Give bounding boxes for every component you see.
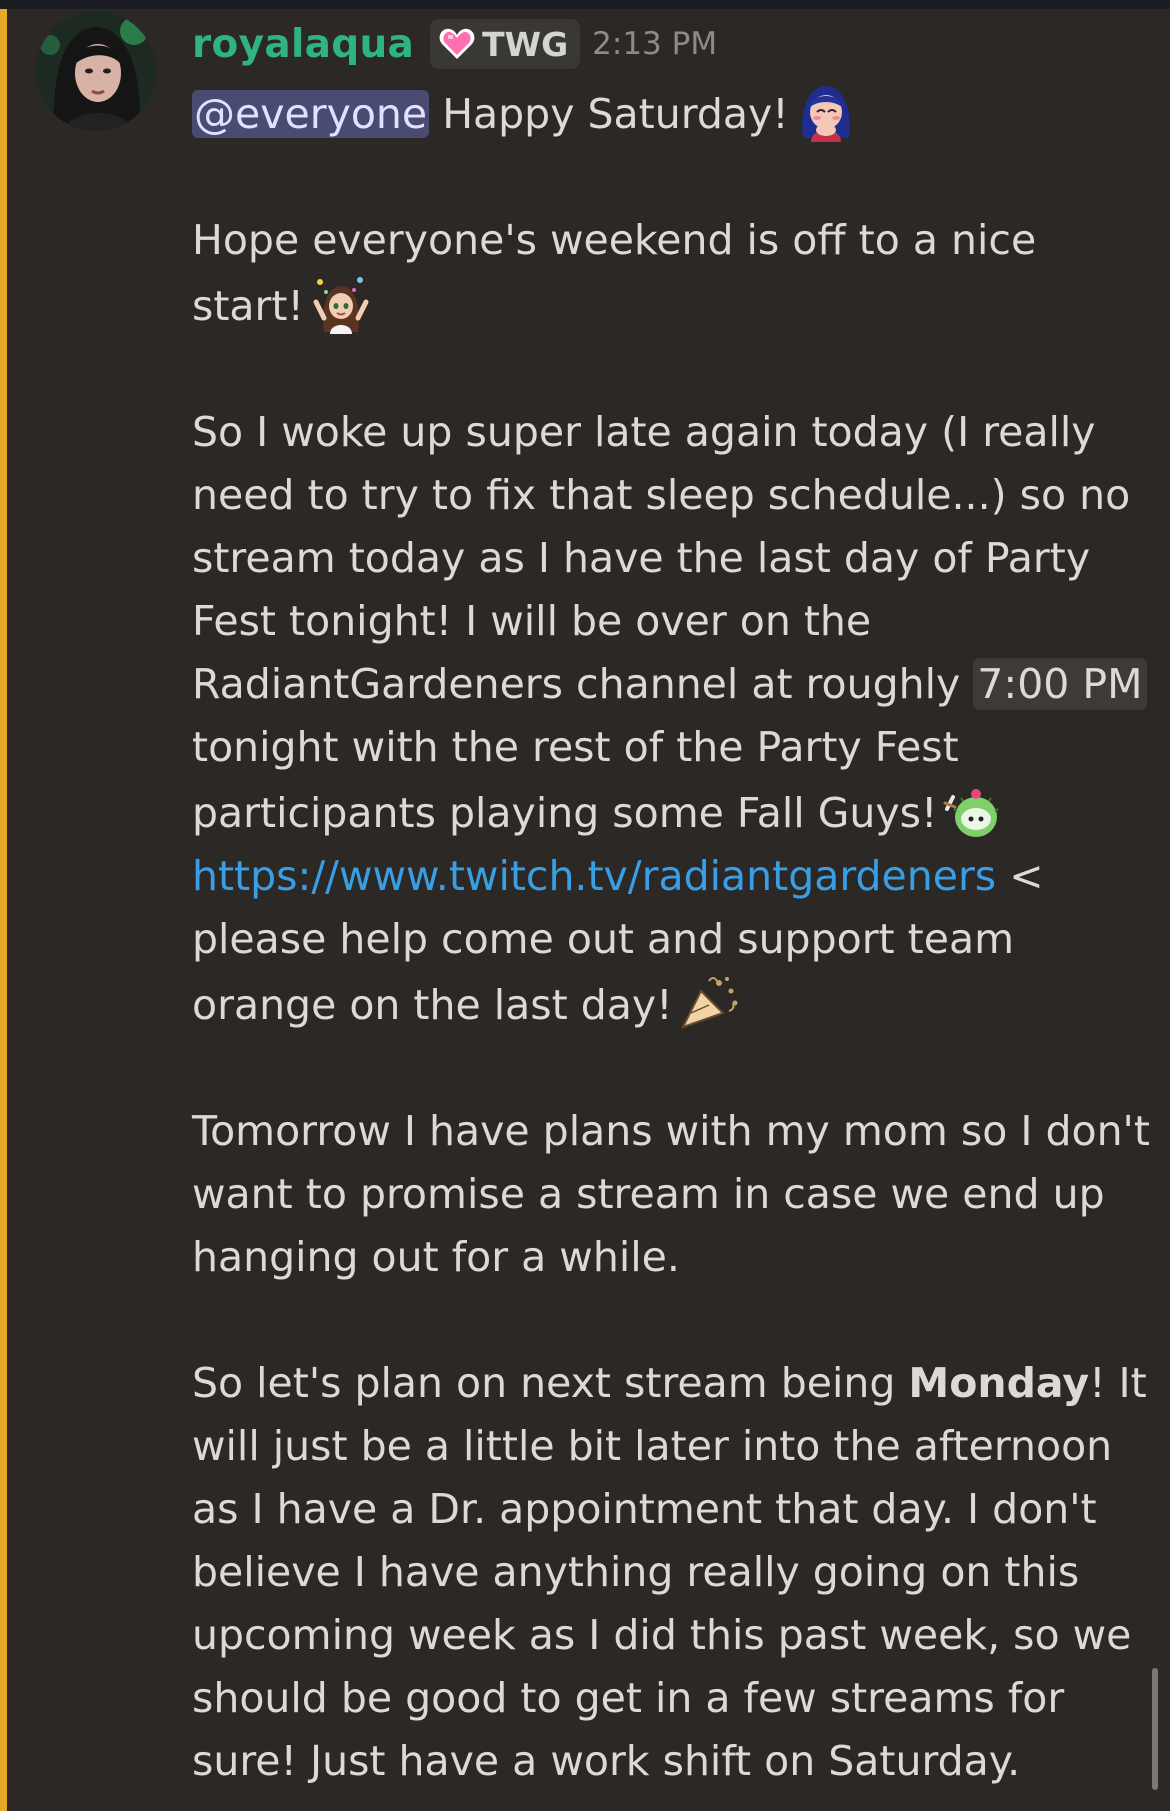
- text-line: ! It: [1089, 1359, 1147, 1407]
- text-line: start!: [192, 282, 304, 330]
- text-line: participants playing some Fall Guys!: [192, 789, 938, 837]
- text-line: want to promise a stream in case we end …: [192, 1170, 1105, 1218]
- local-time-chip[interactable]: 7:00 PM: [973, 658, 1147, 710]
- text-line: please help come out and support team: [192, 915, 1015, 963]
- text-line: orange on the last day!: [192, 981, 673, 1029]
- text-line: as I have a Dr. appointment that day. I …: [192, 1485, 1097, 1533]
- twitch-link[interactable]: https://www.twitch.tv/radiantgardeners: [192, 852, 996, 900]
- paragraph-greeting: @everyone Happy Saturday!: [192, 80, 1152, 146]
- mention-highlight-bar: [0, 9, 7, 1811]
- text-line: will just be a little bit later into the…: [192, 1422, 1113, 1470]
- text-line: should be good to get in a few streams f…: [192, 1674, 1065, 1722]
- text-line: believe I have anything really going on …: [192, 1548, 1080, 1596]
- scrollbar-thumb[interactable]: [1152, 1668, 1158, 1790]
- party-popper-cheer-emoji[interactable]: [679, 971, 741, 1033]
- text-line: So let's plan on next stream being: [192, 1359, 909, 1407]
- username[interactable]: royalaqua: [192, 22, 414, 67]
- server-tag-badge[interactable]: TWG: [430, 19, 581, 69]
- paragraph-next-stream: So let's plan on next stream being Monda…: [192, 1352, 1152, 1793]
- pink-heart-icon: [438, 27, 476, 61]
- text-line: <: [996, 852, 1044, 900]
- paragraph-tomorrow: Tomorrow I have plans with my mom so I d…: [192, 1100, 1152, 1289]
- paragraph-weekend: Hope everyone's weekend is off to a nice…: [192, 209, 1152, 338]
- paragraph-party-fest: So I woke up super late again today (I r…: [192, 401, 1152, 1037]
- text-line: RadiantGardeners channel at roughly: [192, 660, 974, 708]
- bold-day: Monday: [908, 1359, 1090, 1407]
- text-line: sure! Just have a work shift on Saturday…: [192, 1737, 1021, 1785]
- text-line: tonight with the rest of the Party Fest: [192, 723, 959, 771]
- text-line: Fest tonight! I will be over on the: [192, 597, 872, 645]
- text-line: So I woke up super late again today (I r…: [192, 408, 1096, 456]
- server-tag-label: TWG: [482, 24, 569, 64]
- message-header: royalaqua TWG 2:13 PM: [192, 14, 717, 74]
- text-line: Tomorrow I have plans with my mom so I d…: [192, 1107, 1150, 1155]
- girl-blushing-emoji[interactable]: [795, 80, 857, 142]
- text-line: upcoming week as I did this past week, s…: [192, 1611, 1132, 1659]
- message-content: @everyone Happy Saturday! Hope everyone'…: [192, 80, 1152, 1793]
- top-strip: [0, 0, 1170, 9]
- text-line: Hope everyone's weekend is off to a nice: [192, 216, 1037, 264]
- user-avatar[interactable]: [36, 11, 156, 131]
- cheering-girl-emoji[interactable]: [310, 272, 372, 334]
- everyone-mention[interactable]: @everyone: [192, 90, 430, 138]
- text-line: hanging out for a while.: [192, 1233, 680, 1281]
- text-line: need to try to fix that sleep schedule..…: [192, 471, 1131, 519]
- message-timestamp[interactable]: 2:13 PM: [592, 26, 717, 62]
- text-line: stream today as I have the last day of P…: [192, 534, 1091, 582]
- fall-guys-cactus-emoji[interactable]: [943, 779, 1005, 841]
- greeting-text: Happy Saturday!: [442, 90, 789, 138]
